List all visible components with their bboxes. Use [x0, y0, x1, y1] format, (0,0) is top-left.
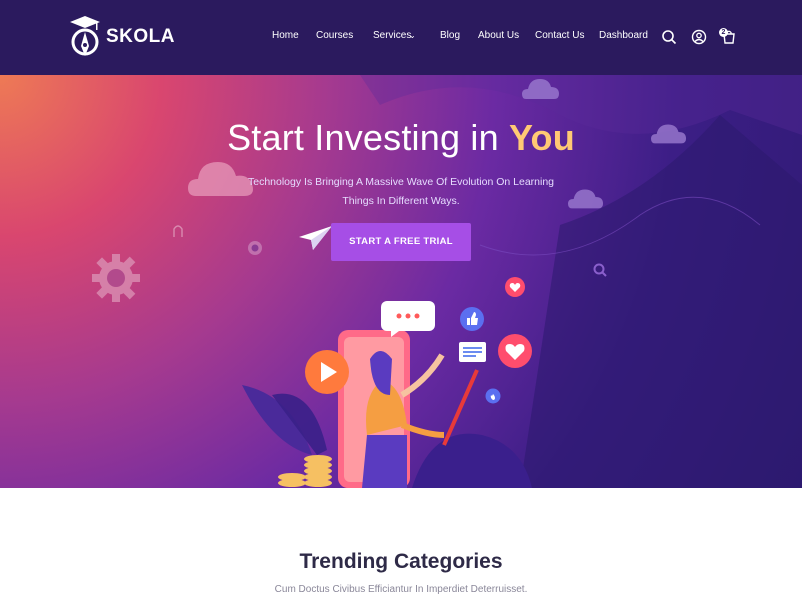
nav-item-dashboard[interactable]: Dashboard [599, 30, 648, 41]
hero-subtitle-line-1: Technology Is Bringing A Massive Wave Of… [247, 176, 555, 188]
user-icon[interactable] [691, 29, 707, 45]
search-icon[interactable] [661, 29, 677, 45]
trending-categories-section: Trending Categories Cum Doctus Civibus E… [0, 488, 802, 604]
hero-subtitle: Technology Is Bringing A Massive Wave Of… [236, 173, 566, 211]
heart-icon [498, 334, 532, 368]
nav-item-courses[interactable]: Courses [316, 30, 353, 41]
nav-item-home[interactable]: Home [272, 30, 299, 41]
document-icon [459, 342, 486, 362]
hero-subtitle-line-2: Things In Different Ways. [342, 195, 460, 207]
chevron-down-icon[interactable]: ⌄ [409, 31, 416, 40]
nav-item-contact-us[interactable]: Contact Us [535, 30, 584, 41]
cloud-icon [522, 79, 559, 99]
nav-item-about-us[interactable]: About Us [478, 30, 519, 41]
brand-name: SKOLA [106, 26, 175, 47]
brand-logo[interactable]: SKOLA [68, 14, 178, 60]
gear-icon [248, 241, 262, 255]
search-icon [593, 263, 607, 277]
fire-icon [485, 388, 501, 404]
start-free-trial-button[interactable]: START A FREE TRIAL [331, 223, 471, 261]
pen-graduation-icon [70, 16, 100, 56]
hero-title: Start Investing in You [0, 117, 802, 159]
bell-icon [173, 225, 183, 237]
heart-icon [505, 277, 525, 297]
chat-bubble-icon [381, 301, 435, 337]
nav-item-services[interactable]: Services [373, 30, 411, 41]
trending-title: Trending Categories [299, 550, 503, 573]
cloud-icon [568, 189, 604, 209]
hero-title-start: Start Investing in [227, 117, 499, 158]
gear-icon [92, 254, 140, 302]
thumbs-up-icon [460, 307, 484, 331]
hero-section: Start Investing in You Technology Is Bri… [0, 75, 802, 488]
top-navbar: SKOLA Home Courses Services ⌄ Blog About… [0, 0, 802, 75]
paper-plane-icon [299, 226, 332, 250]
play-icon [305, 350, 349, 394]
trending-subtitle: Cum Doctus Civibus Efficiantur In Imperd… [274, 584, 528, 595]
hero-title-highlight: You [509, 117, 575, 158]
nav-item-blog[interactable]: Blog [440, 30, 460, 41]
cart-count-badge: 2 [719, 28, 728, 37]
